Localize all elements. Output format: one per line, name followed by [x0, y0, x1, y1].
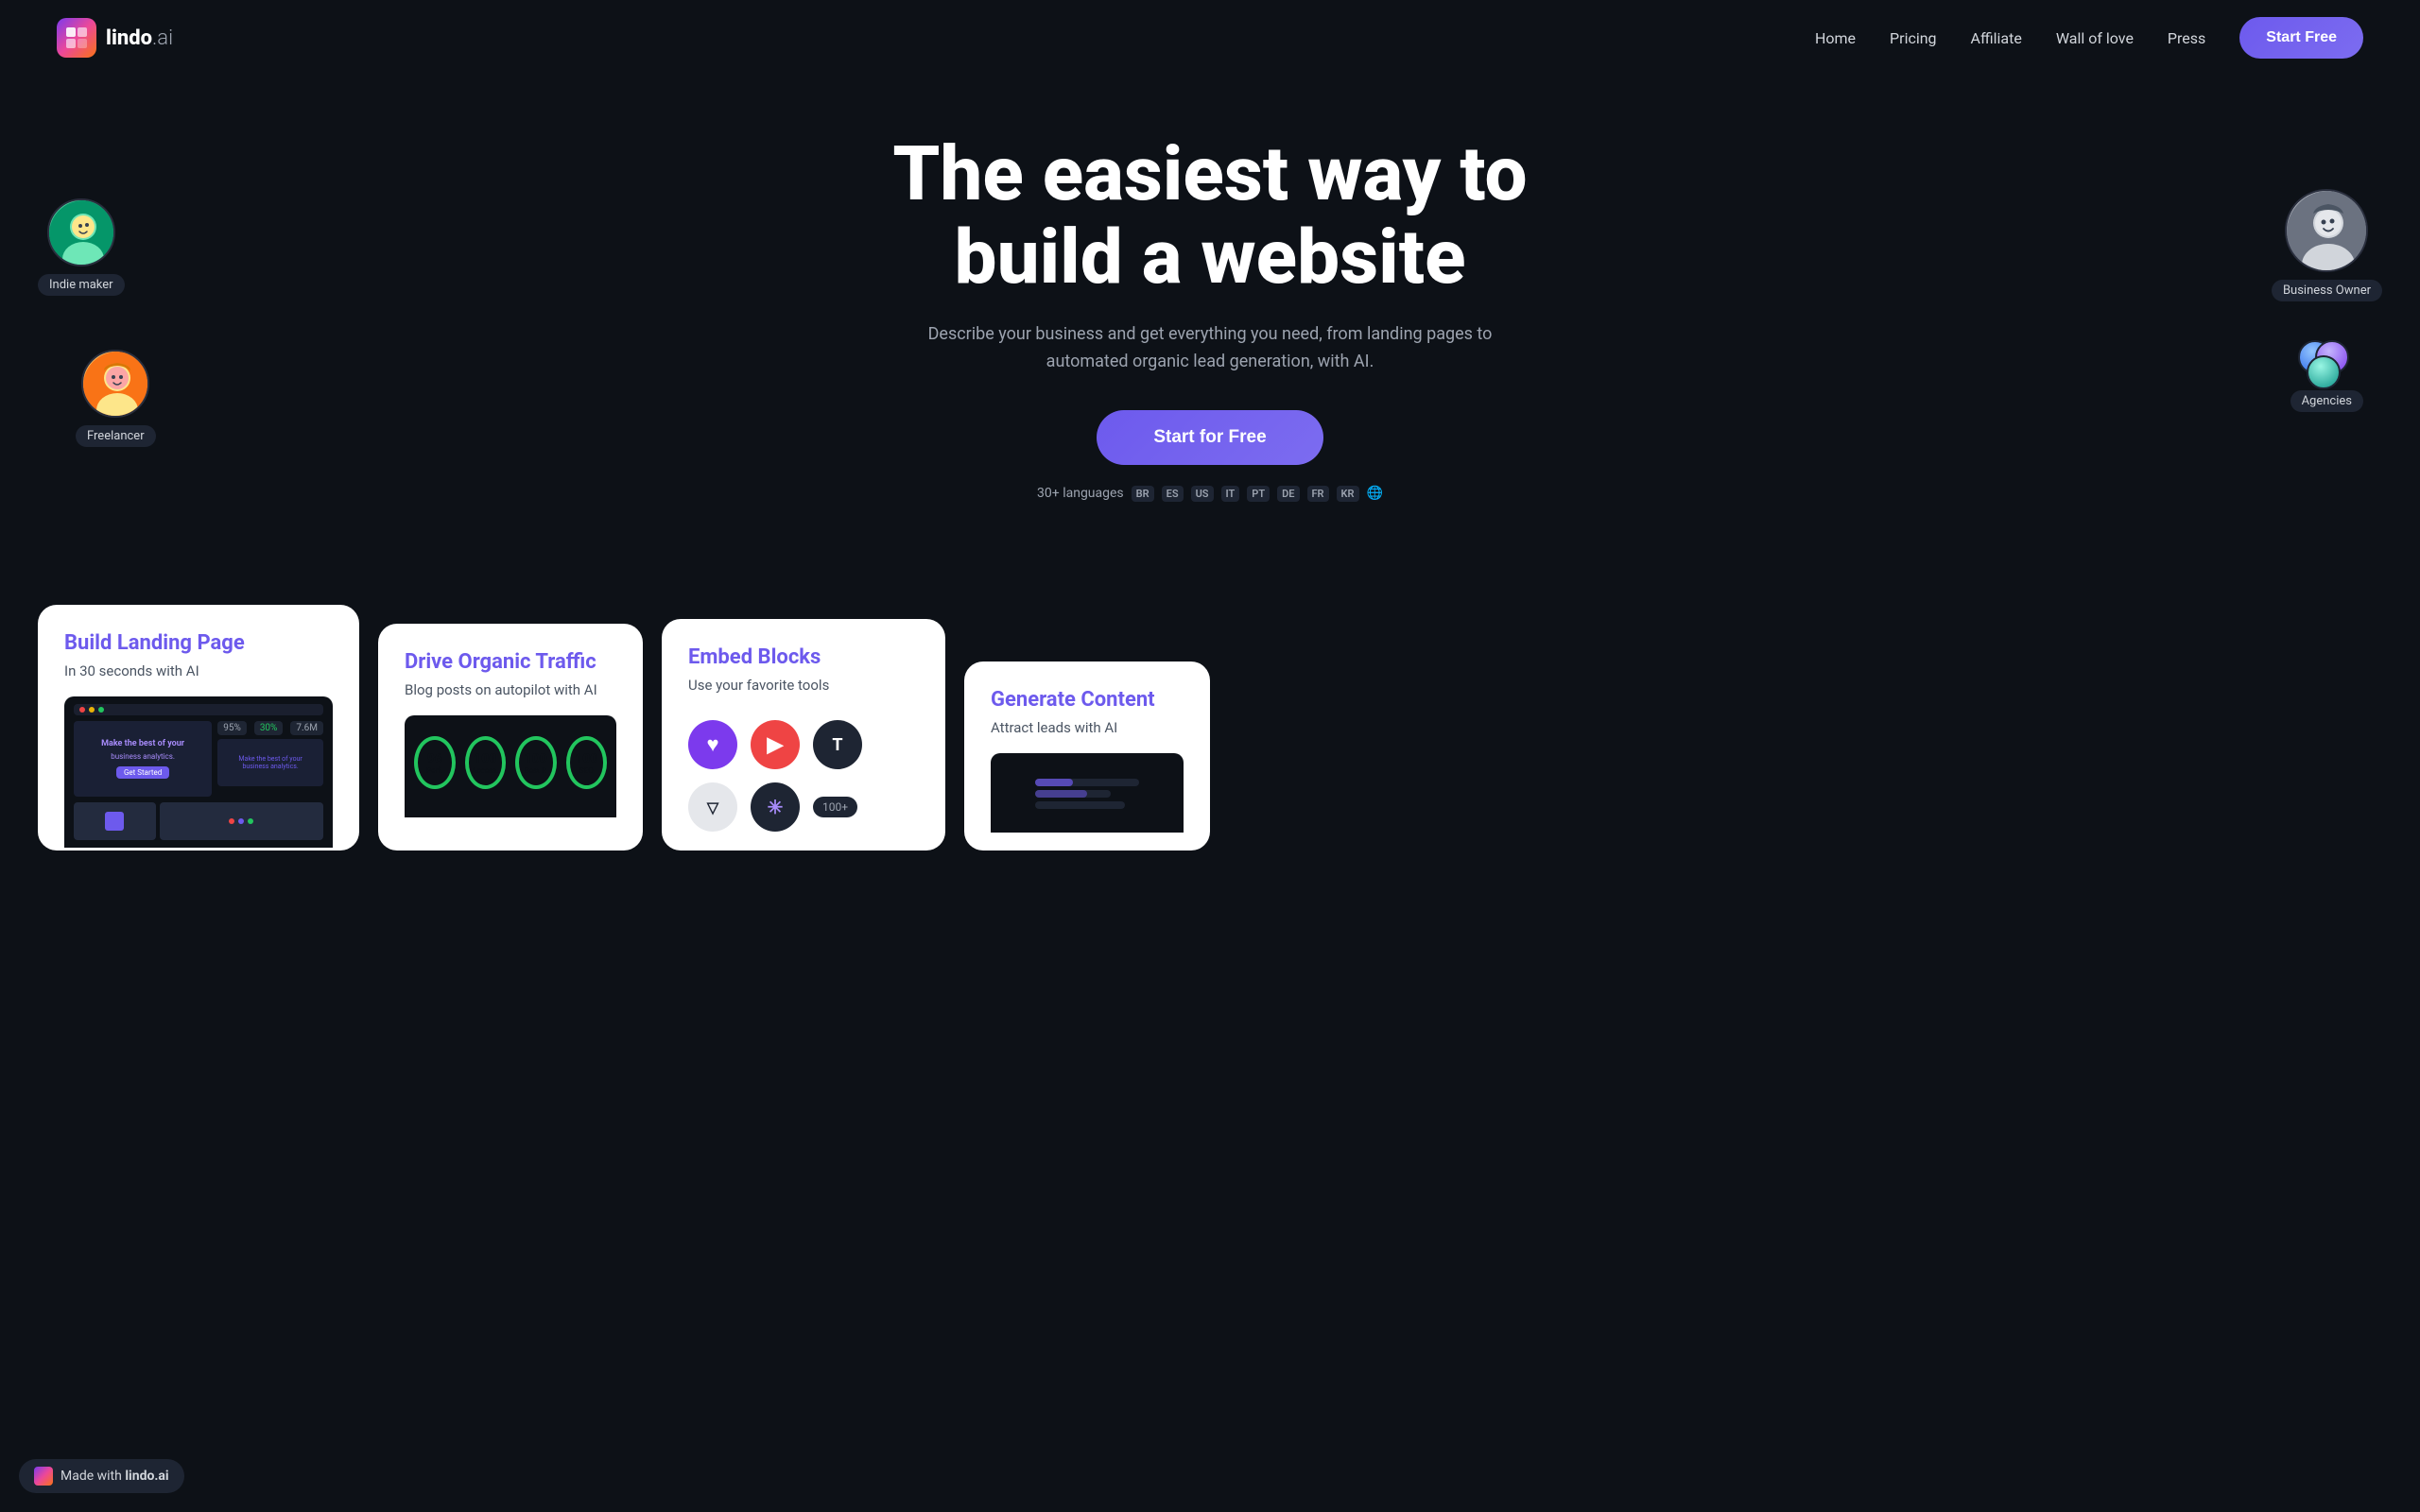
made-with-badge[interactable]: Made with lindo.ai	[19, 1459, 184, 1493]
metric-2: 30%	[254, 721, 284, 735]
avatar-indie-maker-label: Indie maker	[38, 274, 125, 296]
lang-de: DE	[1277, 486, 1299, 502]
hero-languages: 30+ languages BR ES US IT PT DE FR KR 🌐	[1037, 486, 1383, 502]
seo-scores: 96 Perf. 100 Access. 100 Best P. 100 SEO	[414, 736, 607, 808]
score-seo: 100 SEO	[566, 736, 608, 789]
card-build-landing-page: Build Landing Page In 30 seconds with AI…	[38, 605, 359, 850]
start-free-button[interactable]: Start Free	[2239, 17, 2363, 59]
lang-globe-icon: 🌐	[1367, 486, 1383, 501]
navbar: lindo.ai Home Pricing Affiliate Wall of …	[0, 0, 2420, 76]
avatar-indie-maker-img	[47, 198, 115, 266]
generate-content-visual	[1030, 765, 1144, 821]
score-performance: 96 Perf.	[414, 736, 456, 789]
hero-section: Indie maker Freelancer	[0, 76, 2420, 605]
card-embed-blocks: Embed Blocks Use your favorite tools ♥ ▶…	[662, 619, 945, 850]
metric-1: 95%	[217, 721, 247, 735]
lang-es: ES	[1162, 486, 1184, 502]
embed-icons-grid: ♥ ▶ T ▽ ✳ 100+	[688, 711, 919, 850]
nav-affiliate[interactable]: Affiliate	[1971, 29, 2022, 47]
icon-vuetify: ▽	[688, 782, 737, 832]
avatar-agencies-label: Agencies	[2290, 390, 2363, 412]
card-generate-content: Generate Content Attract leads with AI	[964, 662, 1210, 850]
card-embed-title: Embed Blocks	[688, 645, 919, 669]
metric-3: 7.6M	[290, 721, 323, 735]
card-landing-title: Build Landing Page	[64, 631, 333, 655]
card-generate-title: Generate Content	[991, 688, 1184, 712]
logo-text: lindo.ai	[106, 26, 173, 50]
nav-links: Home Pricing Affiliate Wall of love Pres…	[1815, 17, 2363, 59]
lang-it: IT	[1221, 486, 1240, 502]
embed-count-badge: 100+	[813, 797, 857, 817]
card-traffic-subtitle: Blog posts on autopilot with AI	[405, 681, 616, 698]
nav-home[interactable]: Home	[1815, 29, 1856, 47]
avatar-business-owner-label: Business Owner	[2272, 280, 2382, 301]
card-drive-traffic: Drive Organic Traffic Blog posts on auto…	[378, 624, 643, 850]
card-landing-preview: Make the best of your business analytics…	[64, 696, 333, 848]
nav-wall-of-love[interactable]: Wall of love	[2056, 29, 2134, 47]
hero-title: The easiest way to build a website	[892, 132, 1527, 299]
avatar-indie-maker: Indie maker	[38, 198, 125, 296]
lang-kr: KR	[1337, 486, 1359, 502]
score-best-practices: 100 Best P.	[515, 736, 557, 789]
browser-bar	[74, 704, 323, 715]
lang-br: BR	[1132, 486, 1154, 502]
avatar-agencies: Agencies	[2290, 340, 2363, 412]
lang-pt: PT	[1247, 486, 1270, 502]
lang-fr: FR	[1307, 486, 1329, 502]
nav-pricing[interactable]: Pricing	[1890, 29, 1937, 47]
dot-yellow	[89, 707, 95, 713]
hero-subtitle: Describe your business and get everythin…	[908, 321, 1512, 376]
made-with-brand: lindo.ai	[125, 1469, 168, 1484]
card-landing-subtitle: In 30 seconds with AI	[64, 662, 333, 679]
card-generate-subtitle: Attract leads with AI	[991, 719, 1184, 736]
logo-icon	[57, 18, 96, 58]
avatar-business-owner-img	[2285, 189, 2368, 272]
avatar-agency-3	[2307, 355, 2341, 389]
score-accessibility: 100 Access.	[465, 736, 507, 789]
dot-red	[79, 707, 85, 713]
icon-asterisk: ✳	[751, 782, 800, 832]
avatar-agencies-group	[2298, 340, 2355, 383]
card-traffic-title: Drive Organic Traffic	[405, 650, 616, 674]
card-embed-subtitle: Use your favorite tools	[688, 677, 919, 694]
icon-heart-purple: ♥	[688, 720, 737, 769]
hero-cta-button[interactable]: Start for Free	[1097, 410, 1322, 465]
lang-us: US	[1191, 486, 1214, 502]
avatar-business-owner: Business Owner	[2272, 189, 2382, 301]
icon-t-letter: T	[813, 720, 862, 769]
icon-youtube: ▶	[751, 720, 800, 769]
dot-green	[98, 707, 104, 713]
feature-cards-row: Build Landing Page In 30 seconds with AI…	[0, 605, 2420, 907]
nav-press[interactable]: Press	[2168, 29, 2205, 47]
logo[interactable]: lindo.ai	[57, 18, 173, 58]
avatar-freelancer-img	[81, 350, 149, 418]
avatar-freelancer: Freelancer	[76, 350, 156, 447]
avatar-freelancer-label: Freelancer	[76, 425, 156, 447]
made-with-text: Made with lindo.ai	[60, 1469, 169, 1484]
made-with-logo-icon	[34, 1467, 53, 1486]
